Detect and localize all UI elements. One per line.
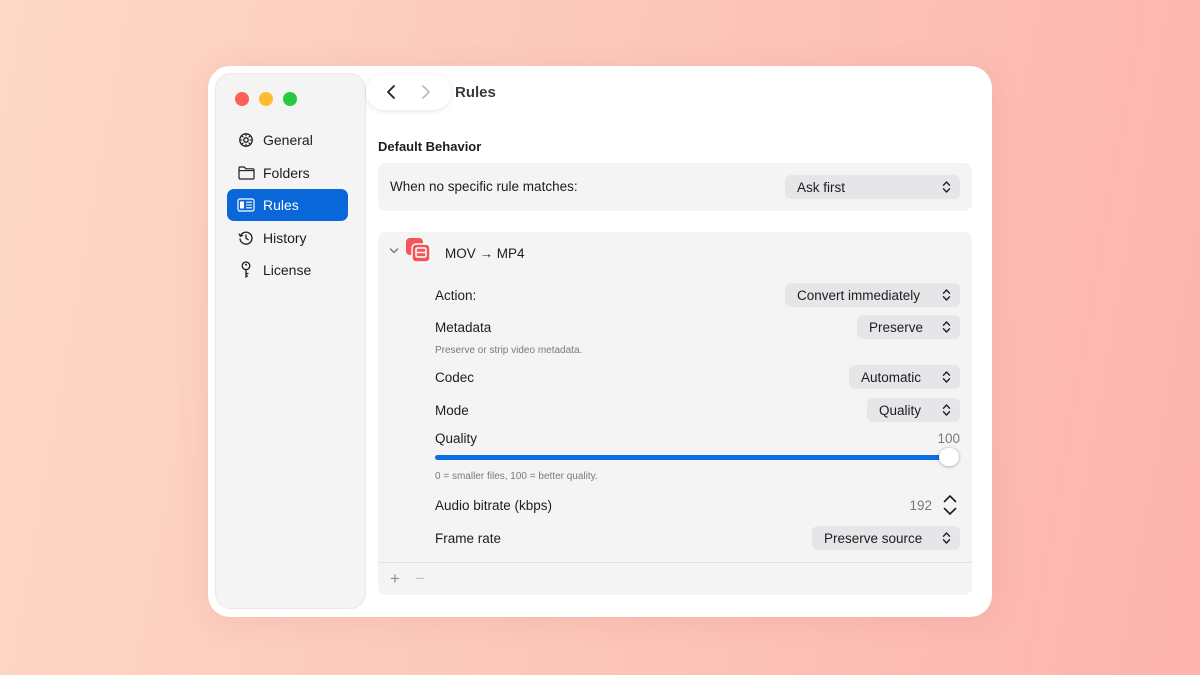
close-window-button[interactable] bbox=[235, 92, 249, 106]
chevron-right-icon bbox=[421, 85, 430, 99]
add-rule-button[interactable]: + bbox=[390, 569, 400, 589]
sidebar-item-history[interactable]: History bbox=[227, 222, 348, 254]
rule-name: MOV → MP4 bbox=[445, 246, 525, 261]
action-value: Convert immediately bbox=[797, 287, 921, 303]
sidebar: General Folders Rules History License bbox=[215, 73, 366, 609]
metadata-label: Metadata bbox=[435, 320, 492, 335]
sidebar-item-license[interactable]: License bbox=[227, 254, 348, 286]
page-title: Rules bbox=[455, 84, 496, 101]
mode-value: Quality bbox=[879, 402, 922, 418]
default-behavior-popup[interactable]: Ask first bbox=[785, 175, 960, 199]
chevron-left-icon bbox=[387, 85, 396, 99]
quality-slider[interactable] bbox=[435, 455, 950, 460]
frame-rate-popup[interactable]: Preserve source bbox=[812, 526, 960, 550]
sidebar-item-label: General bbox=[263, 132, 313, 148]
disclosure-chevron-icon[interactable] bbox=[389, 247, 399, 255]
action-label: Action: bbox=[435, 288, 477, 303]
back-forward-control bbox=[366, 74, 451, 110]
codec-value: Automatic bbox=[861, 369, 922, 385]
action-popup[interactable]: Convert immediately bbox=[785, 283, 960, 307]
settings-window: General Folders Rules History License Ru… bbox=[208, 66, 992, 617]
frame-rate-value: Preserve source bbox=[824, 530, 923, 546]
mode-label: Mode bbox=[435, 403, 469, 418]
default-behavior-card: When no specific rule matches: Ask first bbox=[378, 163, 972, 211]
frame-rate-label: Frame rate bbox=[435, 531, 502, 546]
video-convert-icon bbox=[406, 238, 431, 263]
key-icon bbox=[237, 261, 255, 279]
audio-bitrate-stepper[interactable] bbox=[941, 492, 959, 518]
up-down-chevron-icon bbox=[942, 321, 951, 333]
audio-bitrate-value[interactable]: 192 bbox=[909, 498, 932, 513]
forward-button[interactable] bbox=[414, 80, 438, 104]
sidebar-item-rules[interactable]: Rules bbox=[227, 189, 348, 221]
quality-slider-knob[interactable] bbox=[939, 448, 959, 466]
minimize-window-button[interactable] bbox=[259, 92, 273, 106]
list-icon bbox=[237, 196, 255, 214]
metadata-help: Preserve or strip video metadata. bbox=[435, 345, 583, 356]
metadata-value: Preserve bbox=[869, 319, 924, 335]
rule-card: MOV → MP4 Action: Convert immediately Me… bbox=[378, 232, 972, 595]
sidebar-nav: General Folders Rules History License bbox=[227, 124, 348, 287]
clock-icon bbox=[237, 229, 255, 247]
card-divider bbox=[378, 562, 972, 563]
quality-value: 100 bbox=[937, 431, 960, 446]
zoom-window-button[interactable] bbox=[283, 92, 297, 106]
quality-help: 0 = smaller files, 100 = better quality. bbox=[435, 471, 598, 482]
sidebar-item-label: History bbox=[263, 229, 307, 246]
back-button[interactable] bbox=[379, 80, 403, 104]
default-behavior-heading: Default Behavior bbox=[378, 139, 482, 154]
default-behavior-label: When no specific rule matches: bbox=[390, 179, 578, 194]
window-controls bbox=[235, 92, 297, 106]
up-down-chevron-icon bbox=[942, 532, 951, 544]
codec-label: Codec bbox=[435, 370, 475, 385]
sidebar-item-folders[interactable]: Folders bbox=[227, 157, 348, 189]
mode-popup[interactable]: Quality bbox=[867, 398, 960, 422]
metadata-popup[interactable]: Preserve bbox=[857, 315, 960, 339]
audio-bitrate-label: Audio bitrate (kbps) bbox=[435, 498, 553, 513]
up-down-chevron-icon bbox=[942, 371, 951, 383]
sidebar-item-general[interactable]: General bbox=[227, 124, 348, 156]
folder-icon bbox=[237, 164, 255, 182]
sidebar-item-label: License bbox=[263, 262, 312, 278]
up-down-chevron-icon bbox=[942, 404, 951, 416]
gear-icon bbox=[237, 131, 255, 149]
sidebar-item-label: Folders bbox=[263, 164, 310, 181]
default-behavior-value: Ask first bbox=[797, 179, 846, 195]
sidebar-item-label: Rules bbox=[263, 197, 299, 213]
codec-popup[interactable]: Automatic bbox=[849, 365, 960, 389]
up-down-chevron-icon bbox=[942, 181, 951, 193]
quality-label: Quality bbox=[435, 431, 478, 446]
up-down-chevron-icon bbox=[942, 289, 951, 301]
remove-rule-button[interactable]: − bbox=[415, 569, 425, 589]
